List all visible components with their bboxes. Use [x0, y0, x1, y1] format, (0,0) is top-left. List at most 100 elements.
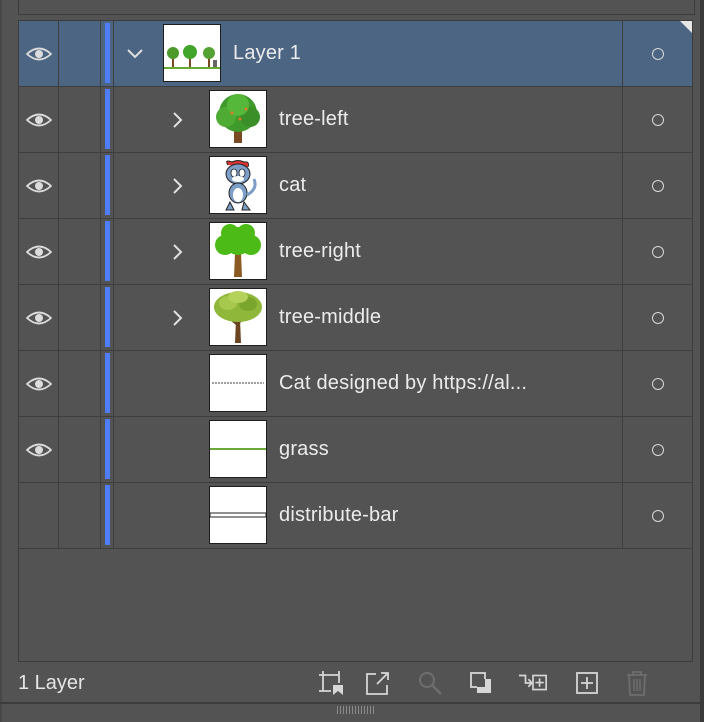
- eye-icon: [25, 179, 52, 192]
- target-toggle[interactable]: [622, 219, 692, 284]
- target-toggle[interactable]: [622, 87, 692, 152]
- chevron-right-icon: [173, 111, 183, 128]
- collect-for-export-icon: [319, 671, 343, 695]
- target-toggle[interactable]: [622, 417, 692, 482]
- target-circle-icon: [651, 179, 664, 192]
- layer-color-bar: [105, 155, 110, 215]
- layer-thumbnail: [209, 90, 267, 148]
- visibility-toggle[interactable]: [19, 417, 59, 482]
- layer-name[interactable]: tree-left: [279, 87, 349, 152]
- expand-toggle[interactable]: [120, 21, 150, 86]
- expand-toggle[interactable]: [163, 153, 193, 218]
- visibility-toggle[interactable]: [19, 351, 59, 416]
- expand-toggle[interactable]: [163, 87, 193, 152]
- layers-list: Layer 1 tree-left cat tree-right tree-mi…: [18, 20, 693, 662]
- create-sublayer-button[interactable]: [518, 668, 548, 698]
- target-circle-icon: [651, 509, 664, 522]
- target-toggle[interactable]: [622, 285, 692, 350]
- visibility-toggle[interactable]: [19, 87, 59, 152]
- column-divider: [113, 21, 114, 86]
- lock-toggle[interactable]: [59, 219, 101, 284]
- layer-thumbnail: [163, 24, 221, 82]
- expand-toggle[interactable]: [163, 285, 193, 350]
- target-toggle[interactable]: [622, 351, 692, 416]
- layer-thumbnail: [209, 222, 267, 280]
- layer-row-grass[interactable]: grass: [19, 417, 692, 483]
- target-circle-icon: [651, 377, 664, 390]
- layer-row-credit-text[interactable]: Cat designed by https://al...: [19, 351, 692, 417]
- target-circle-icon: [651, 113, 664, 126]
- panel-left-edge: [0, 0, 2, 722]
- panel-right-edge: [700, 0, 704, 722]
- lock-toggle[interactable]: [59, 21, 101, 86]
- target-toggle[interactable]: [622, 153, 692, 218]
- target-toggle[interactable]: [622, 483, 692, 548]
- column-divider: [113, 153, 114, 218]
- layer-thumbnail: [209, 288, 267, 346]
- eye-icon: [25, 113, 52, 126]
- target-circle-icon: [651, 47, 664, 60]
- expand-toggle[interactable]: [163, 219, 193, 284]
- chevron-down-icon: [127, 48, 143, 58]
- export-button[interactable]: [363, 668, 393, 698]
- resize-grip-icon[interactable]: [337, 706, 375, 714]
- lock-toggle[interactable]: [59, 483, 101, 548]
- create-sublayer-icon: [518, 674, 547, 691]
- collect-for-export-button[interactable]: [316, 668, 346, 698]
- layer-thumbnail: [209, 420, 267, 478]
- eye-icon: [25, 311, 52, 324]
- layer-color-bar: [105, 287, 110, 347]
- eye-icon: [25, 443, 52, 456]
- layer-name[interactable]: Layer 1: [233, 21, 301, 86]
- visibility-toggle[interactable]: [19, 483, 59, 548]
- target-circle-icon: [651, 443, 664, 456]
- layer-thumbnail: [209, 156, 267, 214]
- layer-color-bar: [105, 89, 110, 149]
- lock-toggle[interactable]: [59, 351, 101, 416]
- layer-name[interactable]: tree-middle: [279, 285, 381, 350]
- create-new-layer-button[interactable]: [572, 668, 602, 698]
- layer-thumbnail: [209, 486, 267, 544]
- lock-toggle[interactable]: [59, 153, 101, 218]
- layer-name[interactable]: grass: [279, 417, 329, 482]
- visibility-toggle[interactable]: [19, 21, 59, 86]
- layer-color-bar: [105, 353, 110, 413]
- column-divider: [113, 351, 114, 416]
- lock-toggle[interactable]: [59, 87, 101, 152]
- create-new-layer-icon: [576, 672, 598, 694]
- layer-row-tree-left[interactable]: tree-left: [19, 87, 692, 153]
- delete-button[interactable]: [622, 668, 652, 698]
- panel-top-strip: [18, 0, 695, 15]
- layer-row-distribute-bar[interactable]: distribute-bar: [19, 483, 692, 549]
- column-divider: [113, 417, 114, 482]
- make-clipping-mask-button[interactable]: [466, 668, 496, 698]
- panel-bottom-border: [0, 702, 704, 704]
- layer-name[interactable]: Cat designed by https://al...: [279, 351, 527, 416]
- layer-row-layer-1[interactable]: Layer 1: [19, 21, 692, 87]
- target-circle-icon: [651, 245, 664, 258]
- column-divider: [113, 483, 114, 548]
- visibility-toggle[interactable]: [19, 285, 59, 350]
- layer-row-cat[interactable]: cat: [19, 153, 692, 219]
- layer-name[interactable]: cat: [279, 153, 306, 218]
- lock-toggle[interactable]: [59, 417, 101, 482]
- lock-toggle[interactable]: [59, 285, 101, 350]
- layer-name[interactable]: distribute-bar: [279, 483, 399, 548]
- layer-count: 1 Layer: [18, 672, 85, 694]
- layer-name[interactable]: tree-right: [279, 219, 361, 284]
- locate-object-button[interactable]: [415, 668, 445, 698]
- chevron-right-icon: [173, 309, 183, 326]
- chevron-right-icon: [173, 243, 183, 260]
- layer-row-tree-middle[interactable]: tree-middle: [19, 285, 692, 351]
- eye-icon: [25, 377, 52, 390]
- column-divider: [113, 87, 114, 152]
- column-divider: [113, 219, 114, 284]
- target-circle-icon: [651, 311, 664, 324]
- layer-row-tree-right[interactable]: tree-right: [19, 219, 692, 285]
- layer-color-bar: [105, 23, 110, 83]
- visibility-toggle[interactable]: [19, 219, 59, 284]
- layer-color-bar: [105, 485, 110, 545]
- visibility-toggle[interactable]: [19, 153, 59, 218]
- selection-indicator-icon: [680, 21, 692, 33]
- trash-icon: [627, 671, 647, 696]
